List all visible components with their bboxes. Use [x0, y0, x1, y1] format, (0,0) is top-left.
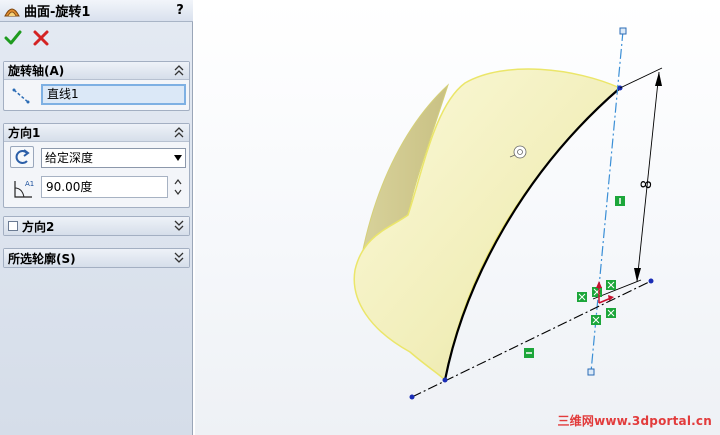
reverse-direction-icon — [15, 149, 30, 164]
group-header-direction2[interactable]: 方向2 — [4, 217, 189, 235]
graphics-viewport[interactable]: 8 三维网www.3dportal.cn — [195, 0, 720, 435]
dimension-arrow-bottom — [634, 268, 641, 282]
end-condition-row: 给定深度 — [4, 142, 189, 172]
chevron-up-icon[interactable] — [173, 126, 185, 139]
end-condition-select[interactable]: 给定深度 — [41, 148, 186, 168]
ok-button[interactable] — [4, 29, 22, 47]
title-bar: 曲面-旋转1 ? — [0, 0, 193, 22]
model-graphics: 8 — [353, 27, 663, 400]
chevron-down-icon[interactable] — [173, 251, 185, 264]
axis-selection-box[interactable]: 直线1 — [41, 84, 186, 105]
centerline-endpoint-right[interactable] — [648, 278, 654, 284]
group-header-rotation-axis[interactable]: 旋转轴(A) — [4, 62, 189, 80]
axis-line-icon — [12, 88, 30, 104]
group-selected-contours: 所选轮廓(S) — [3, 248, 190, 268]
group-direction2: 方向2 — [3, 216, 190, 236]
revolved-surface[interactable] — [353, 68, 622, 382]
action-row — [0, 26, 193, 50]
group-title: 方向1 — [8, 126, 41, 140]
svg-text:A1: A1 — [25, 180, 34, 188]
group-title: 方向2 — [22, 219, 55, 234]
angle-input[interactable]: 90.00度 — [41, 176, 168, 198]
property-manager: 曲面-旋转1 ? 旋转轴(A) 直线1 方向1 给定深度 A1 90.00度 方… — [0, 0, 193, 435]
chevron-up-icon[interactable] — [173, 64, 185, 77]
axis-endpoint-top[interactable] — [619, 27, 627, 35]
group-header-direction1[interactable]: 方向1 — [4, 124, 189, 142]
group-direction1: 方向1 给定深度 A1 90.00度 — [3, 123, 190, 208]
panel-title: 曲面-旋转1 — [24, 5, 91, 20]
chevron-down-icon[interactable] — [173, 219, 185, 232]
centerline-endpoint-left[interactable] — [409, 394, 415, 400]
axis-row: 直线1 — [4, 80, 189, 110]
checkmark-icon — [4, 30, 22, 45]
relation-badge-coincident-2[interactable] — [592, 287, 602, 297]
x-icon — [33, 30, 49, 46]
revolve-surface-icon — [4, 8, 20, 16]
cancel-button[interactable] — [32, 29, 50, 47]
relation-badge-coincident-4[interactable] — [591, 315, 601, 325]
direction2-checkbox[interactable] — [8, 221, 18, 231]
dimension-line[interactable] — [636, 71, 660, 283]
end-condition-value: 给定深度 — [45, 151, 94, 165]
angle-spinner[interactable] — [172, 176, 184, 198]
chevron-down-icon — [174, 155, 182, 161]
help-button[interactable]: ? — [173, 3, 187, 19]
dimension-arrow-top — [655, 72, 662, 86]
relation-badge-coincident-5[interactable] — [606, 308, 616, 318]
reverse-direction-button[interactable] — [10, 146, 34, 168]
group-title: 旋转轴(A) — [8, 64, 65, 78]
angle-row: A1 90.00度 — [4, 172, 189, 202]
relation-badge-horizontal[interactable] — [524, 348, 534, 358]
watermark: 三维网www.3dportal.cn — [557, 414, 712, 428]
relation-badge-vertical[interactable] — [615, 196, 625, 206]
group-rotation-axis: 旋转轴(A) 直线1 — [3, 61, 190, 111]
relation-badge-coincident-3[interactable] — [606, 280, 616, 290]
axis-endpoint-bottom[interactable] — [587, 368, 595, 376]
angle-icon: A1 — [14, 180, 34, 198]
group-title: 所选轮廓(S) — [8, 251, 76, 266]
relation-badge-coincident-1[interactable] — [577, 292, 587, 302]
dimension-label[interactable]: 8 — [639, 179, 656, 189]
arc-endpoint-bottom[interactable] — [442, 377, 448, 383]
group-header-selected-contours[interactable]: 所选轮廓(S) — [4, 249, 189, 267]
